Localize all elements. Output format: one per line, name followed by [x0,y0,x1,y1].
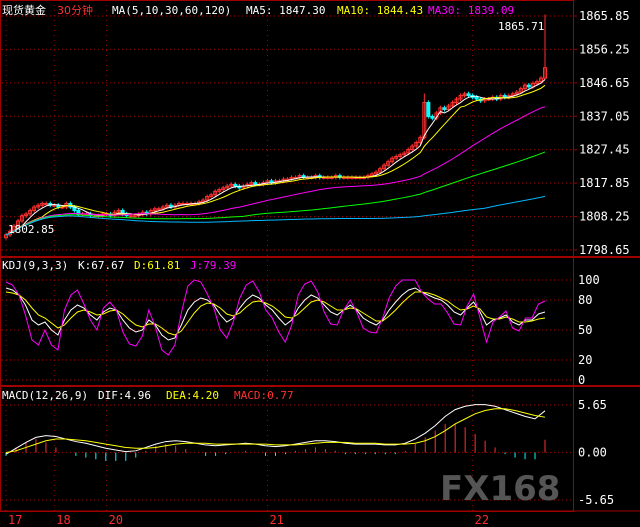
date-label: 21 [269,513,283,527]
high-annotation: 1865.71 [498,20,544,33]
candle-body [52,204,57,207]
ma5-value: MA5: 1847.30 [246,4,325,17]
price-tick-label: 1865.85 [579,9,630,23]
price-tick-label: 1798.65 [579,243,630,257]
macd-dea-value: DEA:4.20 [166,389,219,402]
kdj-panel [5,279,546,356]
candle-body [156,208,161,211]
price-tick-label: 1808.25 [579,210,630,224]
price-tick-label: 1846.65 [579,76,630,90]
candle-body [474,96,479,100]
candle-body [426,102,431,117]
candle-body [466,93,471,97]
macd-dif-value: DIF:4.96 [98,389,151,402]
macd-dea-line [5,408,546,453]
macd-hist-value: MACD:0.77 [234,389,294,402]
price-tick-label: 1827.45 [579,143,630,157]
ma5-line [5,79,546,236]
low-annotation: 1802.85 [8,223,54,236]
kdj-d-value: D:61.81 [134,259,180,272]
date-label: 18 [56,513,70,527]
x-axis: 17 18 20 21 22 [8,513,489,527]
kdj-tick-label: 100 [578,273,600,287]
kdj-tick-label: 50 [578,323,592,337]
candle-body [253,182,258,185]
instrument-name: 现货黄金 [2,3,46,17]
kdj-j-line [5,279,546,356]
period-label: 30分钟 [57,3,93,17]
ma30-value: MA30: 1839.09 [428,4,514,17]
kdj-tick-label: 80 [578,293,592,307]
candle-body [233,183,238,187]
candle-body [442,107,447,110]
macd-dif-line [5,404,546,455]
ma-settings: MA(5,10,30,60,120) [112,4,231,17]
kdj-tick-label: 0 [578,373,585,387]
price-panel [4,14,547,240]
date-label: 20 [109,513,123,527]
fx168-watermark: FX168 [440,469,560,509]
candle-body [128,215,133,218]
kdj-j-value: J:79.39 [190,259,236,272]
kdj-k-value: K:67.67 [78,259,124,272]
candle-body [430,115,435,119]
price-tick-label: 1817.85 [579,176,630,190]
price-tick-label: 1856.25 [579,42,630,56]
ma60-line [5,151,546,236]
price-tick-label: 1837.05 [579,109,630,123]
date-label: 22 [475,513,489,527]
macd-tick-label: 0.00 [578,446,607,460]
candle-body [132,215,137,218]
macd-tick-label: -5.65 [578,493,614,507]
macd-tick-label: 5.65 [578,398,607,412]
candle-body [526,84,531,88]
ma10-value: MA10: 1844.43 [337,4,423,17]
macd-settings: MACD(12,26,9) [2,389,88,402]
kdj-tick-label: 20 [578,353,592,367]
candle-body [44,203,49,206]
date-label: 17 [8,513,22,527]
chart-svg: 1865.85 1856.25 1846.65 1837.05 1827.45 1817.… [0,0,640,527]
kdj-settings: KDJ(9,3,3) [2,259,68,272]
